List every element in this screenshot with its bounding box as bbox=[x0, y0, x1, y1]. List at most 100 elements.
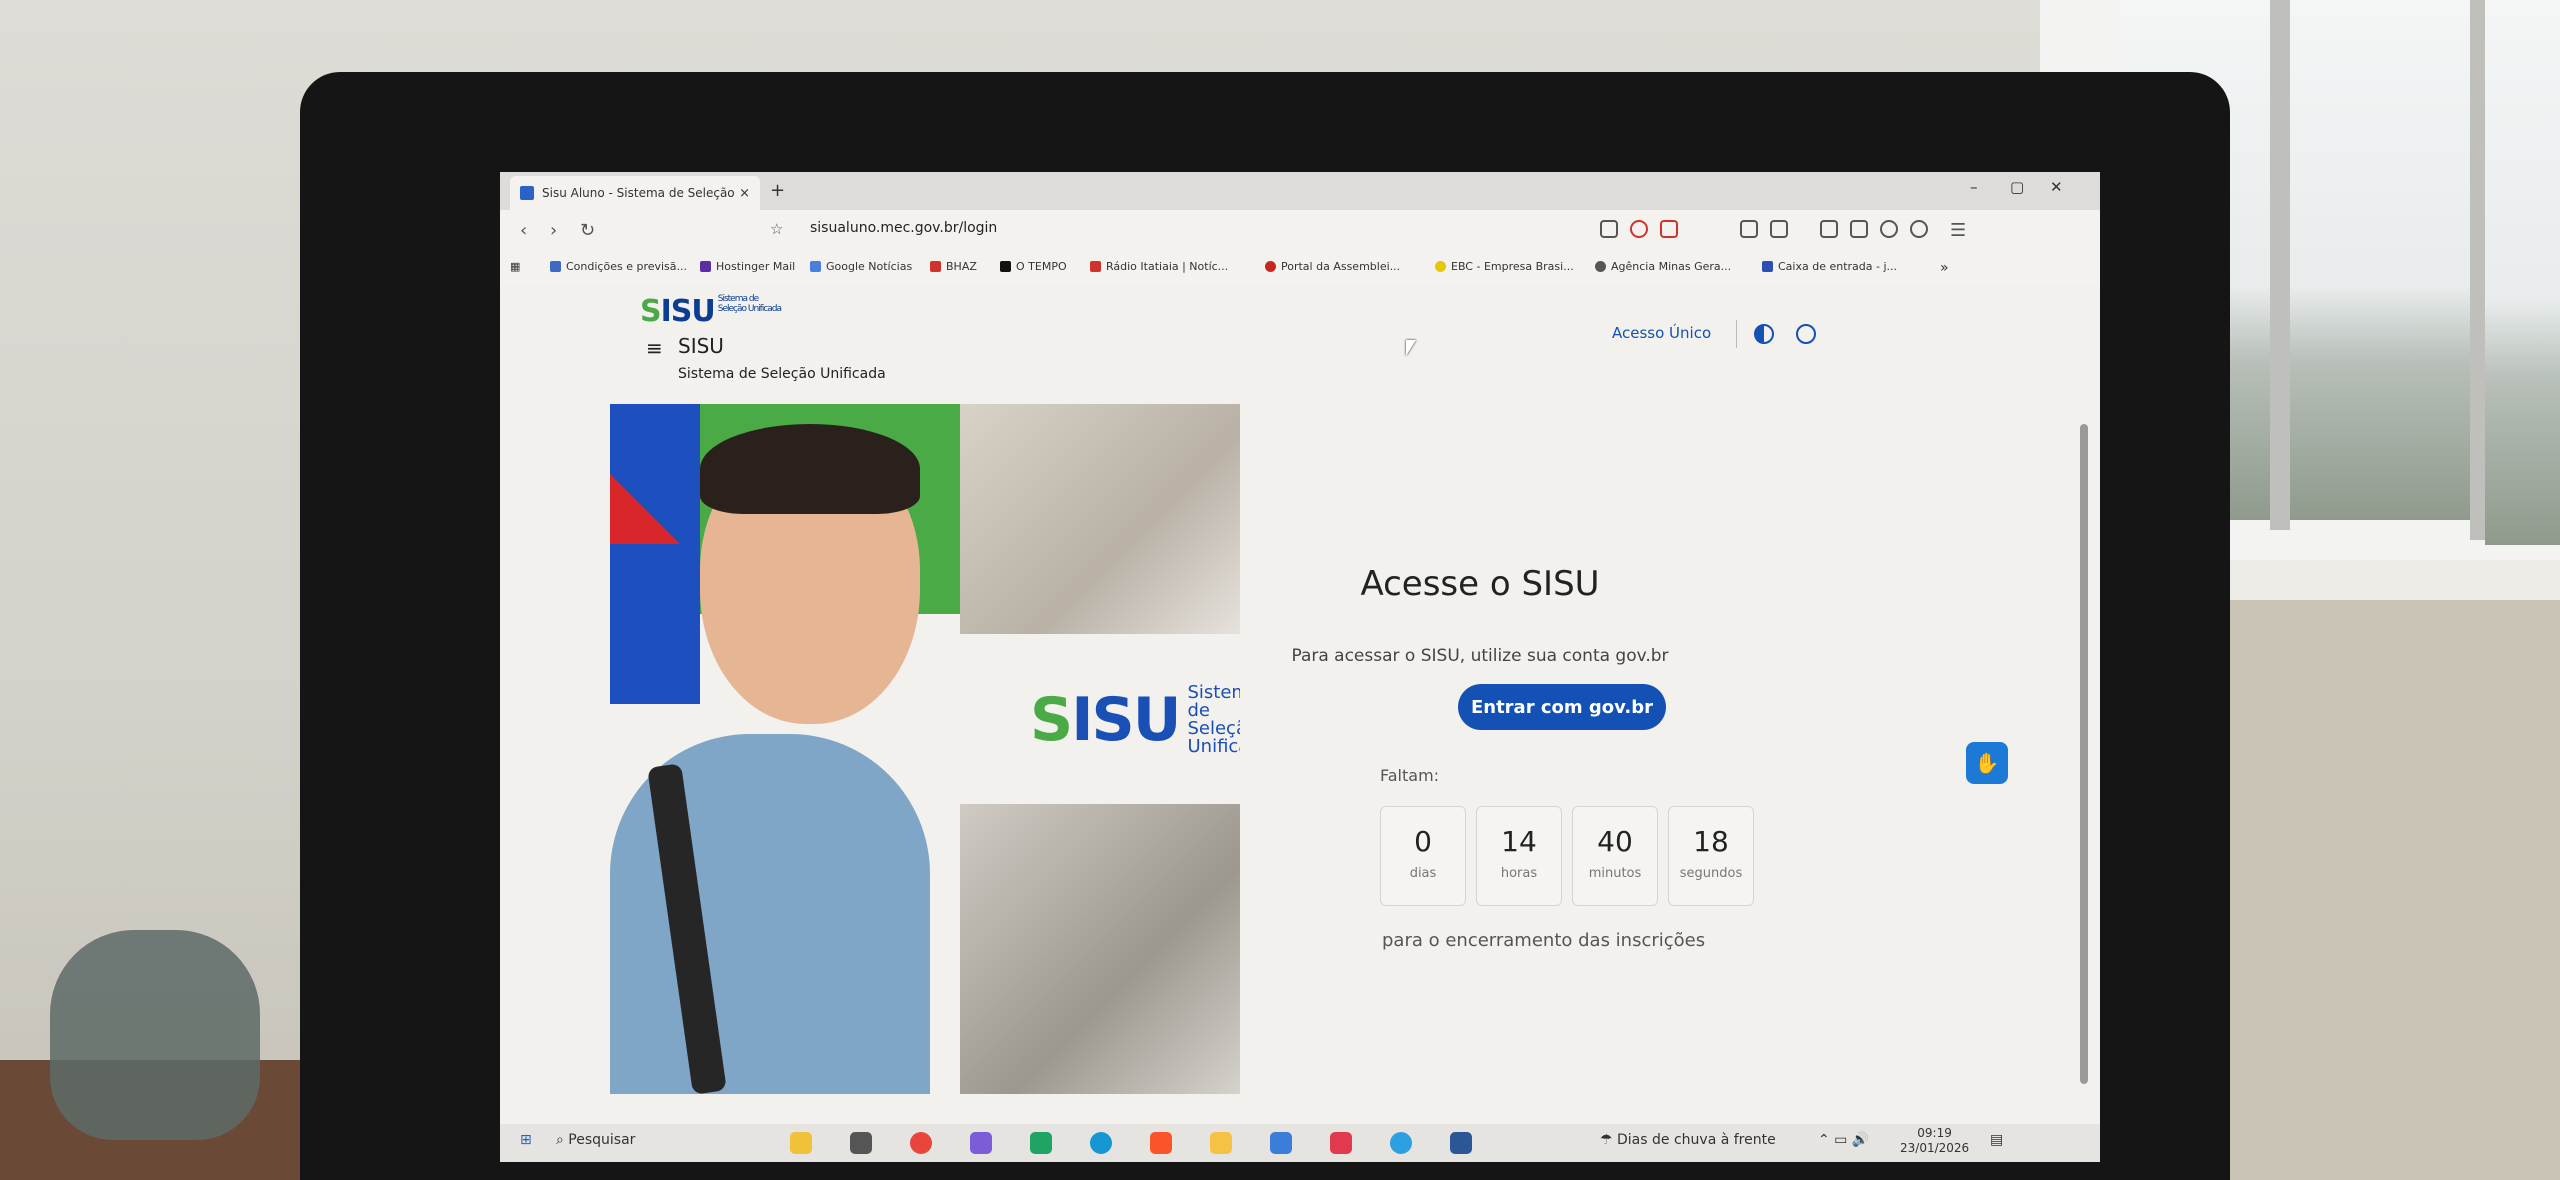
countdown-value: 18 bbox=[1693, 825, 1729, 858]
bookmark-label: Agência Minas Gera... bbox=[1611, 260, 1732, 273]
bookmark-label: O TEMPO bbox=[1016, 260, 1067, 273]
waste-bin bbox=[50, 930, 260, 1140]
monitor-screen: Sisu Aluno - Sistema de Seleção × + – ▢ … bbox=[500, 172, 2100, 1162]
brave-icon[interactable] bbox=[1150, 1132, 1172, 1154]
wallet-icon[interactable] bbox=[1850, 220, 1868, 238]
bookmark-favicon-icon bbox=[1265, 261, 1276, 272]
notifications-icon[interactable]: ▤ bbox=[1990, 1132, 2003, 1148]
mouse-cursor-icon bbox=[1406, 340, 1416, 356]
extensions-icon[interactable] bbox=[1740, 220, 1758, 238]
page-scrollbar[interactable] bbox=[2080, 424, 2088, 1084]
wifi-app-icon[interactable] bbox=[1390, 1132, 1412, 1154]
word-icon[interactable] bbox=[1450, 1132, 1472, 1154]
hero-student-hair bbox=[700, 424, 920, 514]
bookmark-icon[interactable]: ☆ bbox=[770, 220, 783, 238]
forward-button[interactable]: › bbox=[550, 220, 557, 241]
bookmark-item[interactable]: Google Notícias bbox=[810, 260, 912, 273]
bookmark-favicon-icon bbox=[550, 261, 561, 272]
hero-sisu-logo: SISU Sistema de Seleção Unificada bbox=[1030, 684, 1240, 756]
rewards-icon[interactable] bbox=[1660, 220, 1678, 238]
bookmark-favicon-icon bbox=[1000, 261, 1011, 272]
hero-image: SISU Sistema de Seleção Unificada bbox=[610, 404, 1240, 1094]
clock-time: 09:19 bbox=[1917, 1126, 1952, 1140]
bookmark-label: Condições e previsã... bbox=[566, 260, 688, 273]
countdown-value: 0 bbox=[1414, 825, 1432, 858]
taskbar-search[interactable]: ⌕ Pesquisar bbox=[556, 1132, 635, 1148]
sidebar-icon[interactable] bbox=[1770, 220, 1788, 238]
govbr-login-button[interactable]: Entrar com gov.br bbox=[1458, 684, 1666, 730]
widgets-icon[interactable] bbox=[790, 1132, 812, 1154]
bookmark-favicon-icon bbox=[1595, 261, 1606, 272]
split-view-icon[interactable] bbox=[1820, 220, 1838, 238]
maximize-button[interactable]: ▢ bbox=[2010, 178, 2024, 196]
tray-icons[interactable]: ⌃ ▭ 🔊 bbox=[1818, 1132, 1869, 1148]
shields-icon[interactable] bbox=[1630, 220, 1648, 238]
address-bar-row: ‹ › ↻ ☆ sisualuno.mec.gov.br/login ☰ bbox=[500, 210, 2100, 252]
file-explorer-icon[interactable] bbox=[1210, 1132, 1232, 1154]
bookmark-label: BHAZ bbox=[946, 260, 977, 273]
apps-icon[interactable]: ▦ bbox=[510, 260, 520, 273]
google-drive-icon[interactable] bbox=[1030, 1132, 1052, 1154]
copilot-icon[interactable] bbox=[970, 1132, 992, 1154]
bookmark-item[interactable]: BHAZ bbox=[930, 260, 977, 273]
bookmark-favicon-icon bbox=[1762, 261, 1773, 272]
tab-sisu[interactable]: Sisu Aluno - Sistema de Seleção × bbox=[510, 176, 760, 210]
window-pane bbox=[2485, 0, 2560, 545]
store-icon[interactable] bbox=[1270, 1132, 1292, 1154]
bookmark-item[interactable]: Hostinger Mail bbox=[700, 260, 795, 273]
profile-icon[interactable] bbox=[1910, 220, 1928, 238]
weather-widget[interactable]: ☂ Dias de chuva à frente bbox=[1600, 1132, 1776, 1148]
bookmark-favicon-icon bbox=[1090, 261, 1101, 272]
countdown-minutes: 40 minutos bbox=[1572, 806, 1658, 906]
contrast-icon[interactable] bbox=[1754, 324, 1774, 344]
bookmark-item[interactable]: Condições e previsã... bbox=[550, 260, 687, 273]
task-view-icon[interactable] bbox=[850, 1132, 872, 1154]
clock-date: 23/01/2026 bbox=[1900, 1141, 1970, 1155]
vpn-icon[interactable] bbox=[1880, 220, 1898, 238]
countdown-unit: segundos bbox=[1679, 866, 1743, 881]
tab-title: Sisu Aluno - Sistema de Seleção bbox=[542, 186, 735, 200]
window-mullion bbox=[2470, 0, 2485, 540]
countdown-value: 40 bbox=[1597, 825, 1633, 858]
minimize-button[interactable]: – bbox=[1970, 178, 1978, 196]
share-icon[interactable] bbox=[1600, 220, 1618, 238]
bookmark-item[interactable]: EBC - Empresa Brasi... bbox=[1435, 260, 1574, 273]
chrome-icon[interactable] bbox=[910, 1132, 932, 1154]
countdown-days: 0 dias bbox=[1380, 806, 1466, 906]
login-instructions: Para acessar o SISU, utilize sua conta g… bbox=[1291, 646, 1669, 666]
vlibras-accessibility-button[interactable]: ✋ bbox=[1966, 742, 2008, 784]
menu-icon[interactable]: ☰ bbox=[1950, 220, 1966, 241]
windows-taskbar: ⊞ ⌕ Pesquisar ☂ Dias de chuva à frente ⌃… bbox=[500, 1124, 2100, 1162]
bookmark-item[interactable]: O TEMPO bbox=[1000, 260, 1067, 273]
reload-button[interactable]: ↻ bbox=[580, 220, 595, 241]
tab-bar: Sisu Aluno - Sistema de Seleção × + – ▢ … bbox=[500, 172, 2100, 210]
bookmark-favicon-icon bbox=[700, 261, 711, 272]
cookie-icon[interactable] bbox=[1796, 324, 1816, 344]
bookmark-item[interactable]: Portal da Assemblei... bbox=[1265, 260, 1400, 273]
bookmarks-bar: ▦ Condições e previsã... Hostinger Mail … bbox=[500, 252, 2100, 285]
hero-logo-line-3: Unificada bbox=[1187, 736, 1240, 757]
music-icon[interactable] bbox=[1330, 1132, 1352, 1154]
bookmark-item[interactable]: Agência Minas Gera... bbox=[1595, 260, 1731, 273]
close-window-button[interactable]: ✕ bbox=[2050, 178, 2063, 196]
back-button[interactable]: ‹ bbox=[520, 220, 527, 241]
sisu-logo[interactable]: SISU Sistema de Seleção Unificada bbox=[640, 294, 788, 329]
bookmark-item[interactable]: Rádio Itatiaia | Notíc... bbox=[1090, 260, 1228, 273]
hamburger-menu-icon[interactable]: ≡ bbox=[646, 336, 663, 360]
new-tab-button[interactable]: + bbox=[770, 180, 785, 201]
edge-icon[interactable] bbox=[1090, 1132, 1112, 1154]
page-content: SISU Sistema de Seleção Unificada ≡ SISU … bbox=[500, 284, 2100, 1124]
clock[interactable]: 09:19 23/01/2026 bbox=[1900, 1126, 1969, 1156]
hero-logo-line-1: Sistema de bbox=[1187, 682, 1240, 721]
hero-logo-text: ISU bbox=[1071, 685, 1181, 755]
countdown-unit: minutos bbox=[1588, 866, 1642, 881]
countdown-caption: para o encerramento das inscrições bbox=[1382, 930, 1706, 951]
bookmarks-more-button[interactable]: » bbox=[1940, 260, 1949, 276]
taskbar-search-placeholder: Pesquisar bbox=[568, 1132, 636, 1148]
acesso-unico-link[interactable]: Acesso Único bbox=[1612, 324, 1711, 342]
start-button-icon[interactable]: ⊞ bbox=[520, 1132, 532, 1148]
tab-close-icon[interactable]: × bbox=[739, 186, 750, 201]
favicon-icon bbox=[520, 186, 534, 200]
url-field[interactable]: sisualuno.mec.gov.br/login bbox=[810, 220, 997, 236]
bookmark-item[interactable]: Caixa de entrada - j... bbox=[1762, 260, 1897, 273]
